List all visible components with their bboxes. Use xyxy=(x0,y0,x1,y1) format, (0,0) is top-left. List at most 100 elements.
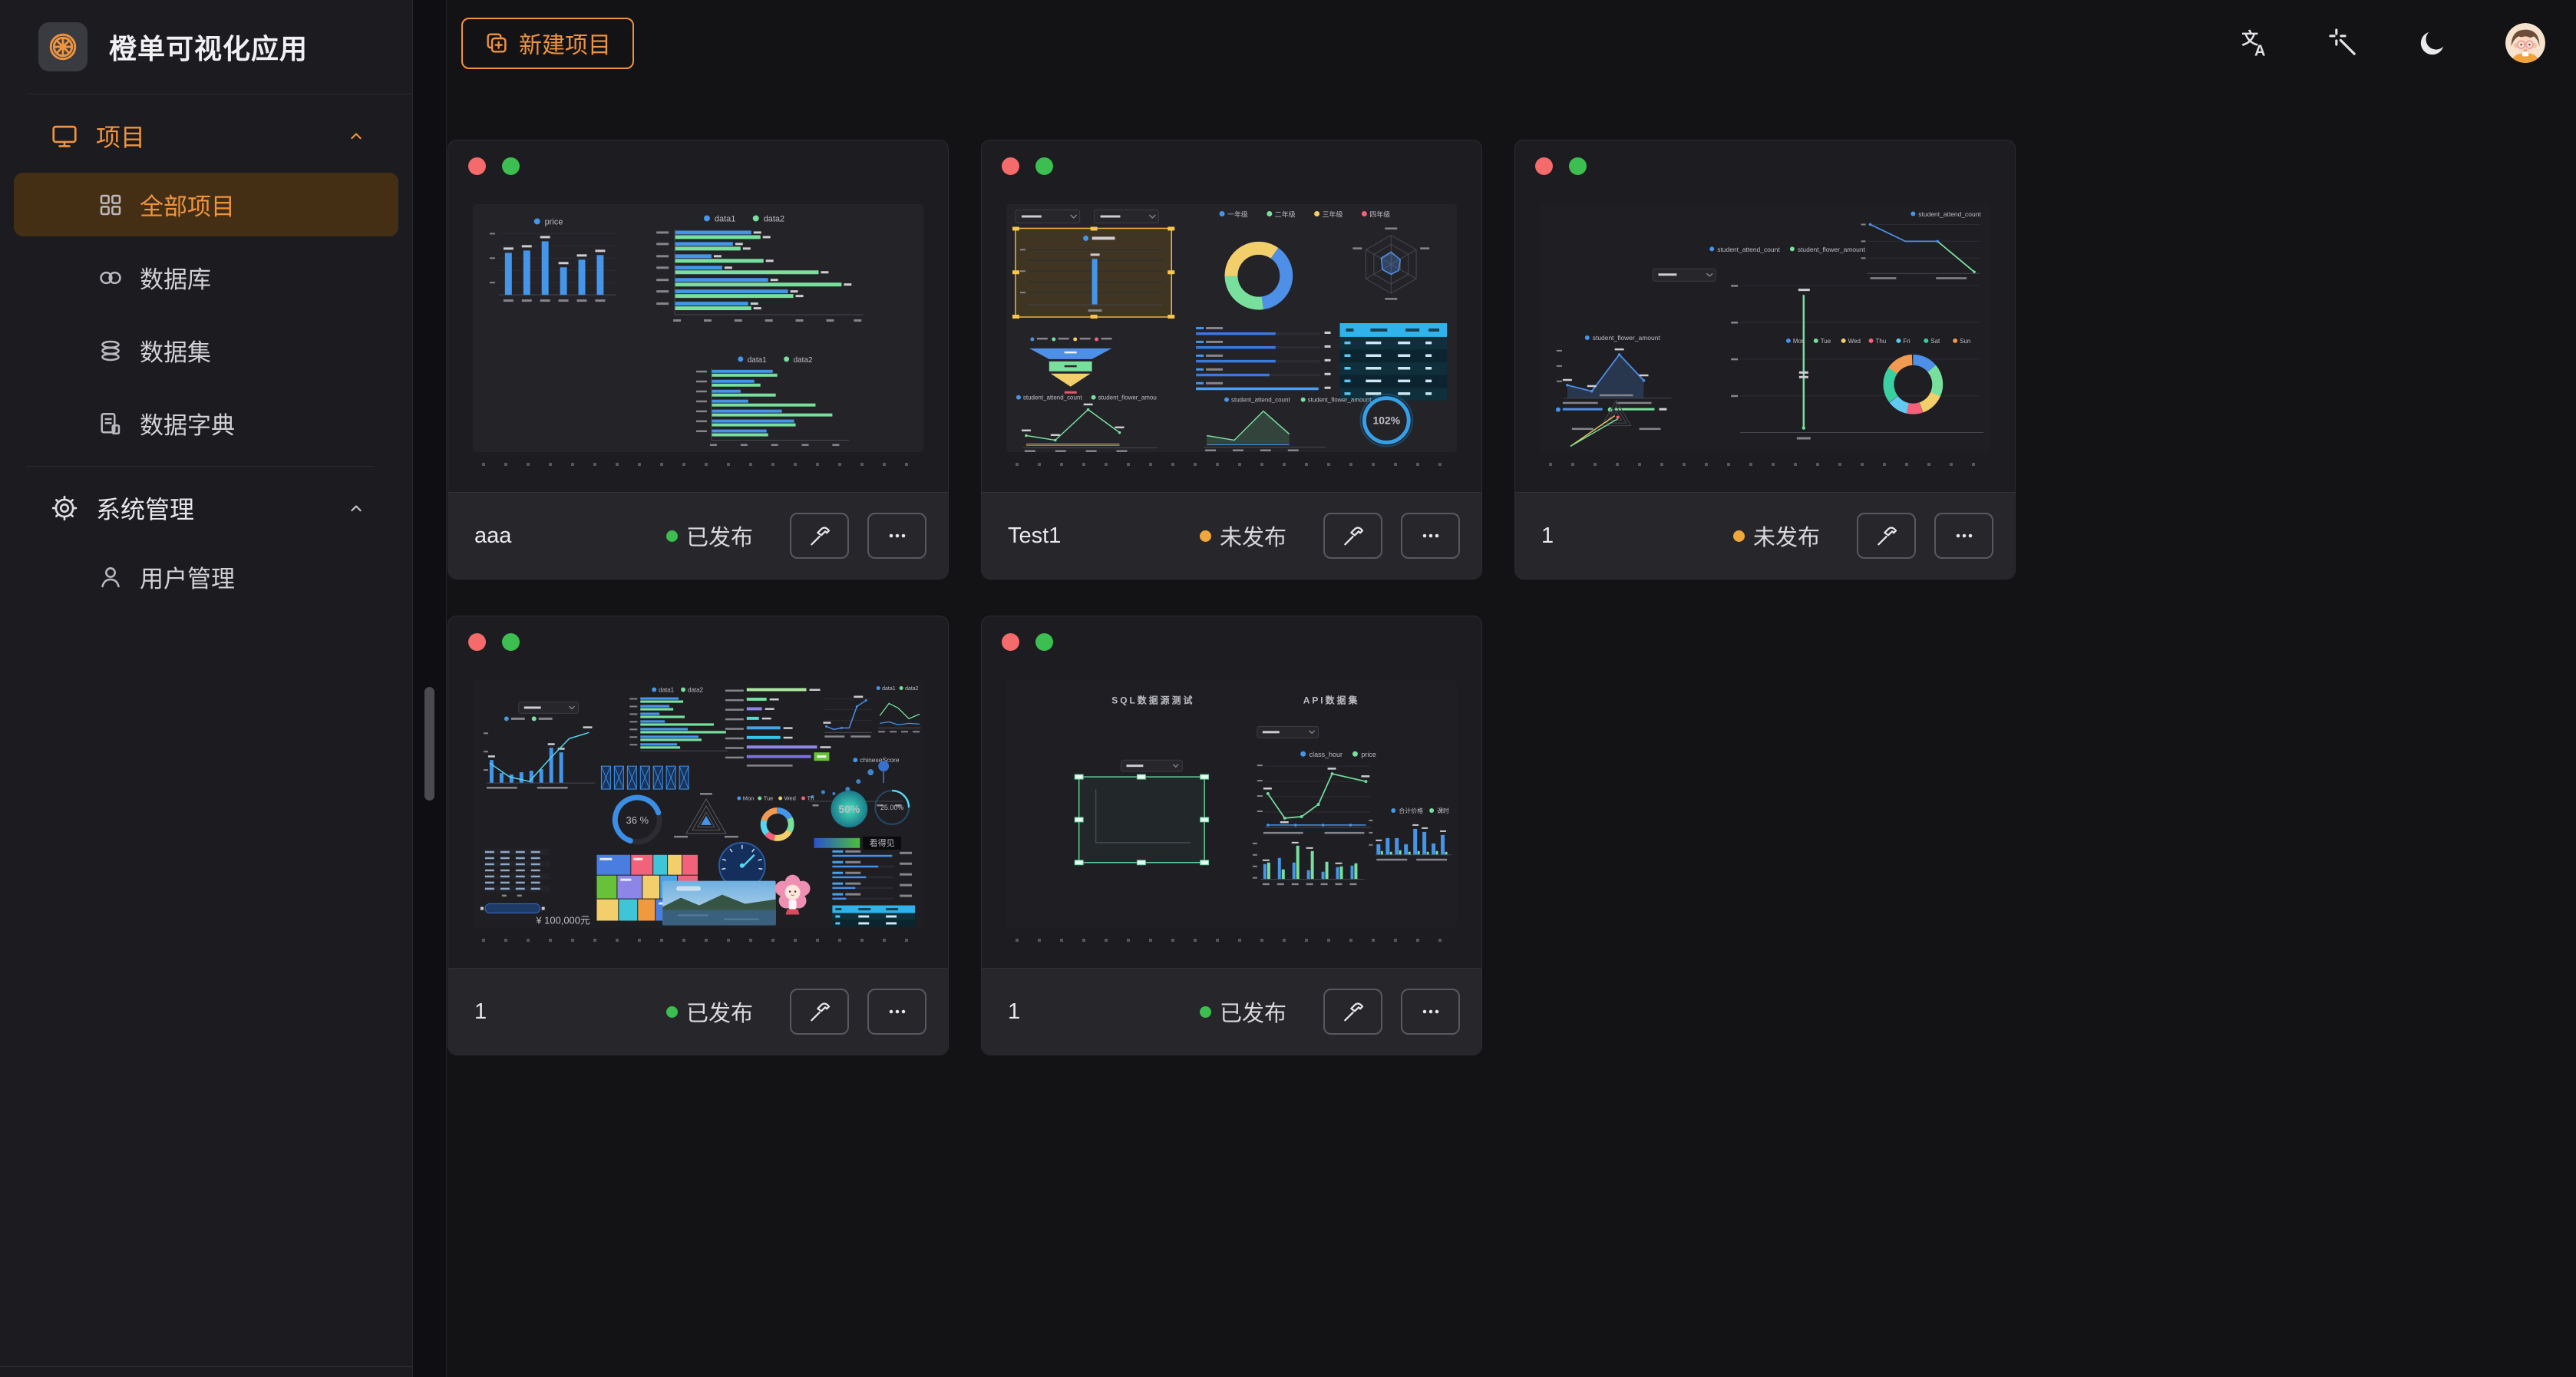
red-dot-icon xyxy=(468,633,486,651)
project-title: 1 xyxy=(474,999,666,1025)
edit-project-button[interactable] xyxy=(790,513,849,559)
svg-text:student_attend_count: student_attend_count xyxy=(1918,210,1981,218)
hammer-icon xyxy=(807,523,832,548)
monitor-icon xyxy=(50,121,79,150)
sidebar-section-label: 项目 xyxy=(96,118,345,154)
thumbnail-dashboard-preview: SQL数据源测试 API数据集 xyxy=(1006,680,1457,928)
user-avatar[interactable] xyxy=(2505,23,2545,63)
card-traffic-dots xyxy=(1535,157,1587,175)
mini-area-chart: student_attend_count student_flower_amou… xyxy=(1204,397,1372,451)
sidebar-item-dataset[interactable]: 数据集 xyxy=(14,319,398,382)
mini-bar-chart-right: 合计价格 课时 xyxy=(1369,807,1451,860)
project-cards-grid: price xyxy=(447,86,2576,1055)
status-badge: 未发布 xyxy=(1200,520,1286,552)
mini-photo xyxy=(662,881,775,926)
thumbnail-dot-ruler xyxy=(482,463,914,466)
project-card: price xyxy=(447,140,949,580)
ellipsis-icon xyxy=(885,523,910,548)
mini-table xyxy=(1340,323,1448,401)
edit-project-button[interactable] xyxy=(790,989,849,1035)
mini-ring-25: 25.00% xyxy=(875,791,909,824)
new-project-label: 新建项目 xyxy=(519,26,611,60)
scrollbar-thumb[interactable] xyxy=(424,687,434,801)
card-traffic-dots xyxy=(468,157,520,175)
red-dot-icon xyxy=(1002,157,1019,175)
svg-text:三年级: 三年级 xyxy=(1323,210,1343,218)
project-thumbnail[interactable]: student_attend_count student_attend_coun… xyxy=(1540,204,1990,452)
more-actions-button[interactable] xyxy=(1401,513,1460,559)
green-dot-icon xyxy=(1035,157,1053,175)
svg-text:Fri: Fri xyxy=(1903,338,1911,345)
mini-dropdown xyxy=(1121,760,1182,771)
app-title: 橙单可视化应用 xyxy=(109,27,308,67)
document-icon xyxy=(97,410,124,438)
mini-dropdown xyxy=(519,702,579,713)
project-thumbnail[interactable]: price xyxy=(473,204,923,452)
new-project-button[interactable]: 新建项目 xyxy=(461,18,634,69)
language-switch-icon[interactable]: 文 A xyxy=(2238,27,2271,59)
sidebar-item-user-management[interactable]: 用户管理 xyxy=(14,545,398,609)
more-actions-button[interactable] xyxy=(867,513,926,559)
svg-text:Tue: Tue xyxy=(764,795,774,802)
card-footer: 1 已发布 xyxy=(982,968,1481,1055)
selected-empty-chart xyxy=(1075,774,1208,865)
more-actions-button[interactable] xyxy=(1401,989,1460,1035)
svg-text:SQL数据源测试: SQL数据源测试 xyxy=(1111,694,1194,705)
mini-gauge-50: 50% xyxy=(831,791,867,827)
sidebar: 橙单可视化应用 项目 全部项目 数据库 xyxy=(0,0,413,1377)
status-badge: 未发布 xyxy=(1733,520,1820,552)
magic-wand-icon[interactable] xyxy=(2327,27,2360,59)
project-thumbnail[interactable]: data1 data2 xyxy=(473,680,923,928)
topbar: 新建项目 文 A xyxy=(447,0,2576,86)
edit-project-button[interactable] xyxy=(1323,513,1382,559)
more-actions-button[interactable] xyxy=(867,989,926,1035)
green-dot-icon xyxy=(502,633,520,651)
card-footer: 1 已发布 xyxy=(448,968,948,1055)
svg-text:Thu: Thu xyxy=(1876,338,1887,345)
status-badge: 已发布 xyxy=(666,520,753,552)
edit-project-button[interactable] xyxy=(1857,513,1916,559)
project-thumbnail[interactable]: 一年级 二年级 三年级 四年级 xyxy=(1006,204,1457,452)
project-card: SQL数据源测试 API数据集 xyxy=(981,616,1482,1055)
svg-text:API数据集: API数据集 xyxy=(1303,694,1360,705)
grid-icon xyxy=(97,191,124,219)
card-traffic-dots xyxy=(1002,157,1053,175)
scrollbar-rail[interactable] xyxy=(413,0,447,1377)
mini-line-chart: student_attend_count xyxy=(1861,210,1982,279)
mini-combo-chart xyxy=(484,716,596,788)
svg-text:Sat: Sat xyxy=(1930,338,1940,345)
svg-text:合计价格: 合计价格 xyxy=(1399,807,1423,814)
sidebar-item-label: 数据字典 xyxy=(140,406,235,441)
thumbnail-dot-ruler xyxy=(1016,939,1448,942)
mini-funnel-chart xyxy=(1029,337,1112,393)
svg-text:student_attend_count: student_attend_count xyxy=(1717,246,1780,253)
green-dot-icon xyxy=(1035,633,1053,651)
ellipsis-icon xyxy=(1952,523,1977,548)
sidebar-section-projects[interactable]: 项目 xyxy=(0,99,412,173)
project-card: data1 data2 xyxy=(447,616,949,1055)
card-footer: aaa 已发布 xyxy=(448,492,948,579)
svg-text:二年级: 二年级 xyxy=(1275,210,1296,218)
mini-line-chart-2: data1 data2 xyxy=(877,686,921,732)
svg-text:student_flower_amount: student_flower_amount xyxy=(1308,397,1372,404)
project-title: 1 xyxy=(1008,999,1200,1025)
status-dot xyxy=(666,530,678,542)
sidebar-section-system[interactable]: 系统管理 xyxy=(0,471,412,545)
sidebar-item-dictionary[interactable]: 数据字典 xyxy=(14,391,398,455)
sidebar-item-label: 全部项目 xyxy=(140,187,235,222)
mini-hbar-chart: data1 data2 xyxy=(656,214,863,322)
gear-icon xyxy=(50,494,79,523)
more-actions-button[interactable] xyxy=(1934,513,1993,559)
svg-text:Mon: Mon xyxy=(743,795,755,802)
theme-toggle-moon-icon[interactable] xyxy=(2416,27,2449,59)
mini-legend-grades: 一年级 二年级 三年级 四年级 xyxy=(1220,210,1391,218)
sidebar-item-database[interactable]: 数据库 xyxy=(14,246,398,309)
edit-project-button[interactable] xyxy=(1323,989,1382,1035)
thumbnail-dashboard-preview: student_attend_count student_attend_coun… xyxy=(1540,204,1990,452)
svg-text:Mon: Mon xyxy=(1793,338,1805,345)
mini-ring-gauge: 102% xyxy=(1360,395,1412,447)
mini-line-chart: class_hour price xyxy=(1257,751,1376,834)
sidebar-item-all-projects[interactable]: 全部项目 xyxy=(14,173,398,236)
project-thumbnail[interactable]: SQL数据源测试 API数据集 xyxy=(1006,680,1457,928)
chevron-up-icon xyxy=(345,497,368,520)
